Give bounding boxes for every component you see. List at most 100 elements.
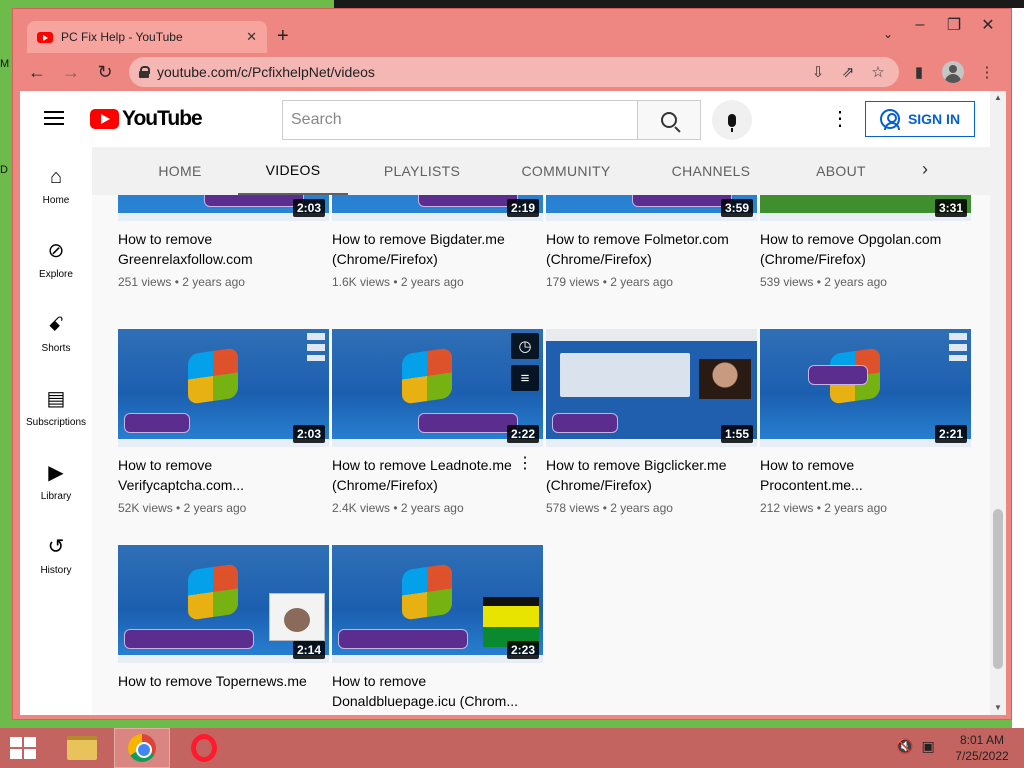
- video-title[interactable]: How to remove Opgolan.com (Chrome/Firefo…: [760, 229, 960, 269]
- video-title[interactable]: How to remove Greenrelaxfollow.com: [118, 229, 318, 269]
- video-duration: 2:03: [292, 425, 325, 443]
- add-to-queue-icon[interactable]: ≡: [511, 365, 539, 391]
- new-tab-plus-icon[interactable]: +: [277, 25, 289, 48]
- share-icon[interactable]: ⇗: [837, 63, 859, 81]
- video-thumbnail[interactable]: 2:23: [332, 545, 543, 663]
- page-scrollbar[interactable]: ▲ ▼: [990, 91, 1006, 715]
- minimize-button[interactable]: –: [903, 13, 937, 37]
- taskbar-clock[interactable]: 8:01 AM 7/25/2022: [946, 732, 1018, 764]
- forward-arrow-icon[interactable]: →: [57, 58, 85, 86]
- restore-button[interactable]: ❐: [937, 13, 971, 37]
- search-button[interactable]: [637, 100, 701, 140]
- tab-videos[interactable]: VIDEOS: [238, 147, 348, 195]
- tab-title: PC Fix Help - YouTube: [61, 30, 183, 44]
- close-window-button[interactable]: ✕: [971, 13, 1005, 37]
- video-thumbnail[interactable]: 2:03: [118, 195, 329, 221]
- folder-icon: [67, 736, 97, 760]
- video-card[interactable]: 2:03 How to remove Verifycaptcha.com... …: [118, 329, 329, 515]
- browser-tab[interactable]: PC Fix Help - YouTube ✕: [27, 21, 267, 53]
- thumbnail-caption: [124, 413, 190, 433]
- side-panel-icon[interactable]: ▮: [905, 58, 933, 86]
- video-card[interactable]: 1:55 How to remove Bigclicker.me (Chrome…: [546, 329, 757, 515]
- taskbar-file-explorer[interactable]: [54, 728, 110, 768]
- video-title[interactable]: How to remove Bigclicker.me (Chrome/Fire…: [546, 455, 746, 495]
- video-card[interactable]: 3:31 How to remove Opgolan.com (Chrome/F…: [760, 195, 971, 289]
- tabs-scroll-right-chevron-icon[interactable]: ›: [922, 159, 928, 180]
- search-icon: [661, 112, 677, 128]
- tab-community[interactable]: COMMUNITY: [496, 147, 636, 195]
- scrollbar-thumb[interactable]: [993, 509, 1003, 669]
- video-card[interactable]: 2:14 How to remove Topernews.me: [118, 545, 329, 711]
- video-action-kebab-icon[interactable]: ⋮: [517, 453, 533, 473]
- scroll-up-arrow-icon[interactable]: ▲: [994, 93, 1002, 102]
- bookmark-star-icon[interactable]: ☆: [867, 63, 889, 81]
- back-arrow-icon[interactable]: ←: [23, 58, 51, 86]
- view-count: 212 views: [760, 501, 814, 515]
- video-title[interactable]: How to remove Folmetor.com (Chrome/Firef…: [546, 229, 746, 269]
- profile-button[interactable]: [939, 58, 967, 86]
- address-bar[interactable]: youtube.com/c/PcfixhelpNet/videos ⇩ ⇗ ☆: [129, 57, 899, 87]
- upload-age: 2 years ago: [400, 275, 464, 289]
- windows-start-icon[interactable]: [10, 737, 38, 761]
- network-icon[interactable]: ▣: [921, 738, 934, 755]
- tab-playlists[interactable]: PLAYLISTS: [358, 147, 486, 195]
- reload-icon[interactable]: ↻: [91, 58, 119, 86]
- video-card[interactable]: 2:03 How to remove Greenrelaxfollow.com …: [118, 195, 329, 289]
- video-thumbnail[interactable]: 3:31: [760, 195, 971, 221]
- video-duration: 2:19: [506, 199, 539, 217]
- video-thumbnail[interactable]: 2:14: [118, 545, 329, 663]
- video-thumbnail[interactable]: 2:03: [118, 329, 329, 447]
- video-thumbnail[interactable]: 1:55: [546, 329, 757, 447]
- view-count: 2.4K views: [332, 501, 391, 515]
- voice-search-button[interactable]: [712, 100, 752, 140]
- browser-menu-kebab-icon[interactable]: ⋮: [973, 58, 1001, 86]
- video-card[interactable]: 2:19 How to remove Bigdater.me (Chrome/F…: [332, 195, 543, 289]
- search-input[interactable]: Search: [282, 100, 638, 140]
- video-card[interactable]: 2:23 How to remove Donaldbluepage.icu (C…: [332, 545, 543, 711]
- scroll-down-arrow-icon[interactable]: ▼: [994, 703, 1002, 712]
- thumbnail-caption: [338, 629, 468, 649]
- video-title[interactable]: How to remove Topernews.me: [118, 671, 318, 711]
- video-thumbnail[interactable]: 2:21: [760, 329, 971, 447]
- tab-home[interactable]: HOME: [132, 147, 228, 195]
- video-card[interactable]: ◷ ≡ 2:22 How to remove Leadnote.me (Chro…: [332, 329, 543, 515]
- lock-icon[interactable]: [139, 66, 150, 78]
- tab-search-chevron-icon[interactable]: ⌄: [883, 27, 893, 41]
- video-card[interactable]: 3:59 How to remove Folmetor.com (Chrome/…: [546, 195, 757, 289]
- upload-age: 2 years ago: [824, 501, 887, 515]
- watch-later-clock-icon[interactable]: ◷: [511, 333, 539, 359]
- home-icon: ⌂: [49, 166, 63, 188]
- view-count: 539 views: [760, 275, 814, 289]
- tab-channels[interactable]: CHANNELS: [646, 147, 776, 195]
- microphone-icon: [728, 113, 736, 132]
- video-title[interactable]: How to remove Bigdater.me (Chrome/Firefo…: [332, 229, 532, 269]
- video-title[interactable]: How to remove Leadnote.me (Chrome/Firefo…: [332, 455, 532, 495]
- tab-close-icon[interactable]: ✕: [246, 29, 257, 45]
- video-title[interactable]: How to remove Verifycaptcha.com...: [118, 455, 318, 495]
- video-duration: 3:59: [720, 199, 753, 217]
- taskbar-opera[interactable]: [176, 728, 232, 768]
- desktop-window-behind: [334, 0, 1024, 8]
- desktop-edge-text: M: [0, 58, 10, 70]
- video-card[interactable]: 2:21 How to remove Procontent.me... 212 …: [760, 329, 971, 515]
- settings-kebab-icon[interactable]: ⋮: [830, 109, 850, 129]
- sign-in-label: SIGN IN: [907, 111, 961, 127]
- video-meta: 52K views • 2 years ago: [118, 501, 247, 515]
- view-count: 52K views: [118, 501, 173, 515]
- video-thumbnail[interactable]: ◷ ≡ 2:22: [332, 329, 543, 447]
- address-url[interactable]: youtube.com/c/PcfixhelpNet/videos: [157, 64, 799, 80]
- sign-in-button[interactable]: SIGN IN: [865, 101, 975, 137]
- volume-muted-icon[interactable]: 🔇: [896, 738, 913, 755]
- video-title[interactable]: How to remove Donaldbluepage.icu (Chrom.…: [332, 671, 532, 711]
- tab-about[interactable]: ABOUT: [786, 147, 896, 195]
- video-thumbnail[interactable]: 3:59: [546, 195, 757, 221]
- thumbnail-caption: [552, 413, 618, 433]
- video-thumbnail[interactable]: 2:19: [332, 195, 543, 221]
- video-title[interactable]: How to remove Procontent.me...: [760, 455, 960, 495]
- thumbnail-caption: [204, 195, 304, 207]
- upload-age: 2 years ago: [182, 275, 245, 289]
- install-app-icon[interactable]: ⇩: [807, 63, 829, 81]
- hamburger-menu-icon[interactable]: [44, 111, 64, 125]
- taskbar-chrome[interactable]: [114, 728, 170, 768]
- youtube-logo[interactable]: YouTube: [90, 107, 203, 131]
